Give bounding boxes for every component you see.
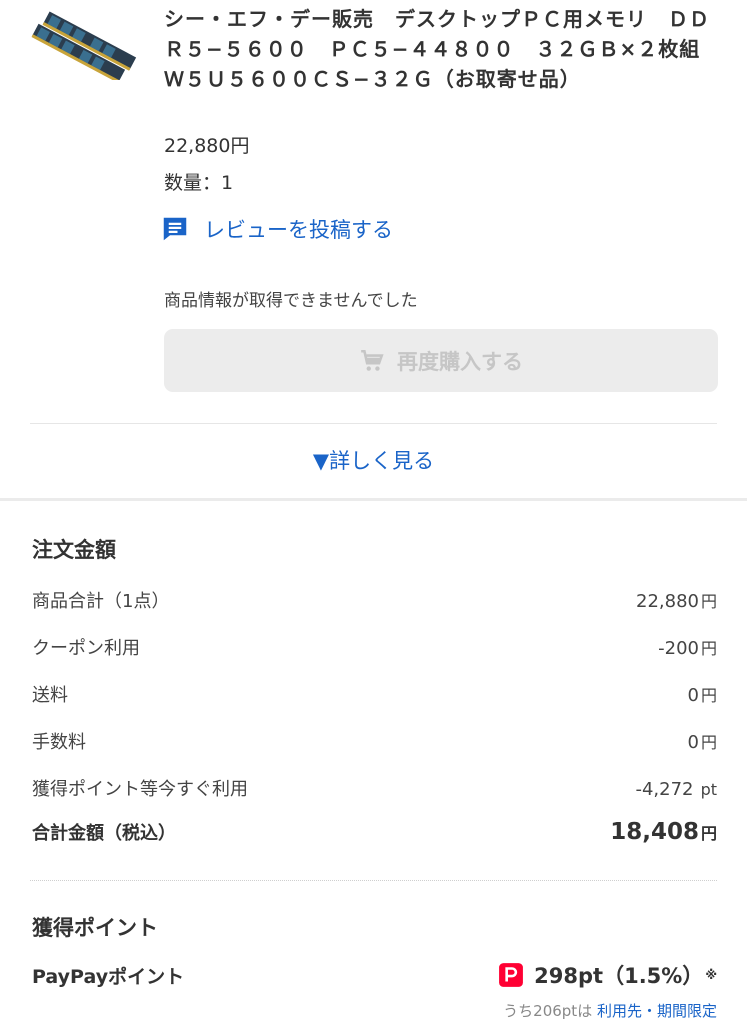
row-value: 22,880 円: [636, 591, 717, 612]
fee-row: 手数料 0円: [32, 728, 717, 754]
shipping-row: 送料 0円: [32, 681, 717, 707]
dotted-divider: [30, 880, 717, 881]
paypay-points-value: 298pt（1.5%） ※: [498, 960, 717, 990]
points-note: うち206ptは 利用先・期間限定: [503, 1002, 717, 1020]
paypay-points-row: PayPayポイント 298pt（1.5%） ※: [32, 960, 717, 990]
total-row: 合計金額（税込） 18,408 円: [32, 819, 717, 845]
paypay-points-label: PayPayポイント: [32, 965, 185, 988]
write-review-link[interactable]: レビューを投稿する: [160, 214, 393, 244]
row-label: クーポン利用: [32, 638, 140, 659]
row-value: -200 円: [658, 638, 717, 659]
row-label: 手数料: [32, 732, 86, 753]
row-value: -4,272 pt: [635, 779, 717, 800]
row-value: 0円: [687, 732, 717, 753]
section-divider: [0, 498, 747, 501]
total-value: 18,408 円: [610, 819, 717, 845]
product-info-notice: 商品情報が取得できませんでした: [164, 291, 418, 311]
rebuy-button[interactable]: 再度購入する: [164, 329, 718, 392]
points-used-row: 獲得ポイント等今すぐ利用 -4,272 pt: [32, 775, 717, 801]
divider: [30, 423, 717, 424]
product-price: 22,880円: [164, 135, 250, 157]
review-label: レビューを投稿する: [204, 218, 393, 242]
points-limit-link[interactable]: 利用先・期間限定: [597, 1002, 717, 1020]
earned-points-title: 獲得ポイント: [32, 916, 158, 940]
row-label: 商品合計（1点）: [32, 591, 170, 612]
row-value: 0円: [687, 685, 717, 706]
rebuy-label: 再度購入する: [397, 349, 523, 374]
subtotal-row: 商品合計（1点） 22,880 円: [32, 587, 717, 613]
cart-icon: [361, 349, 384, 371]
product-thumbnail[interactable]: [30, 10, 140, 80]
row-label: 送料: [32, 685, 68, 706]
note-mark: ※: [705, 968, 717, 982]
comment-icon: [163, 217, 187, 241]
row-label: 獲得ポイント等今すぐ利用: [32, 779, 248, 800]
order-item-section: シー・エフ・デー販売 デスクトップＰＣ用メモリ ＤＤＲ５−５６００ ＰＣ５−４４…: [0, 0, 747, 501]
total-label: 合計金額（税込）: [32, 823, 176, 844]
product-title[interactable]: シー・エフ・デー販売 デスクトップＰＣ用メモリ ＤＤＲ５−５６００ ＰＣ５−４４…: [164, 4, 724, 94]
show-more-link[interactable]: ▼詳しく見る: [0, 445, 747, 475]
order-amount-title: 注文金額: [32, 538, 116, 562]
product-quantity: 数量：1: [164, 172, 234, 194]
coupon-row: クーポン利用 -200 円: [32, 634, 717, 660]
paypay-icon: [499, 963, 524, 987]
